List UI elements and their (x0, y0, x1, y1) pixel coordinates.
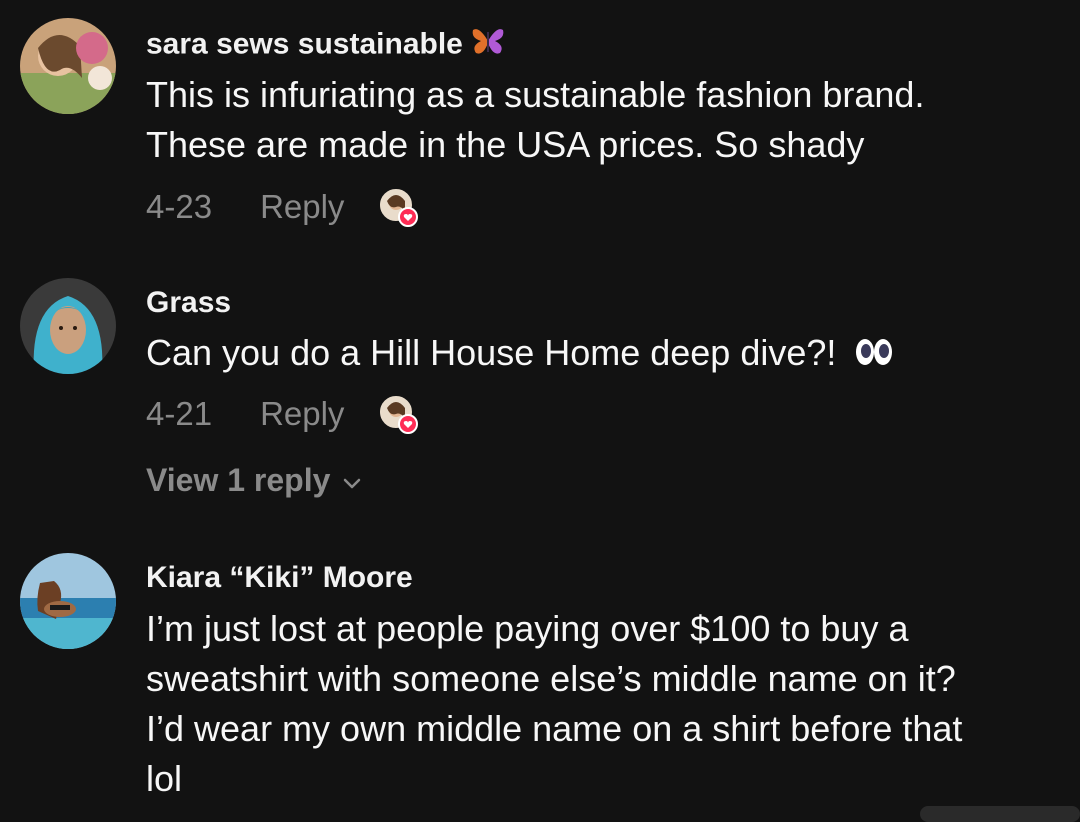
avatar[interactable] (20, 18, 116, 114)
bottom-sheet-handle (920, 806, 1080, 822)
avatar[interactable] (20, 278, 116, 374)
view-replies-label: View 1 reply (146, 462, 331, 498)
creator-liked-avatar (378, 187, 419, 227)
avatar[interactable] (20, 553, 116, 649)
view-replies-button[interactable]: View 1 reply (146, 462, 362, 499)
comment-date: 4-23 (146, 188, 213, 225)
creator-liked-avatar (378, 394, 419, 434)
comment-text-line: This is infuriating as a sustainable fas… (146, 74, 925, 115)
comment-text-line: These are made in the USA prices. So sha… (146, 124, 865, 165)
comment-text-line: I’m just lost at people paying over $100… (146, 608, 909, 649)
comment-text-line: sweatshirt with someone else’s middle na… (146, 658, 956, 699)
reply-button[interactable]: Reply (260, 395, 344, 433)
avatar-image (20, 18, 116, 114)
comment-text: This is infuriating as a sustainable fas… (146, 70, 1066, 170)
comment-text: Can you do a Hill House Home deep dive?! (146, 328, 1066, 380)
eyes-icon (854, 330, 894, 380)
comment-meta: 4-21 Reply (146, 392, 419, 436)
comment-text: I’m just lost at people paying over $100… (146, 604, 1066, 804)
comment-username[interactable]: sara sews sustainable (146, 26, 505, 65)
comment-meta: 4-23 Reply (146, 185, 419, 229)
comment-username[interactable]: Kiara “Kiki” Moore (146, 560, 413, 596)
butterfly-icon (471, 26, 505, 65)
comment-text-line: I’d wear my own middle name on a shirt b… (146, 708, 963, 749)
comment-text-line: lol (146, 758, 183, 799)
comment-date: 4-21 (146, 395, 213, 432)
avatar-image (20, 553, 116, 649)
avatar-image (20, 278, 116, 374)
chevron-down-icon (342, 462, 362, 499)
reply-button[interactable]: Reply (260, 188, 344, 226)
comment-username[interactable]: Grass (146, 285, 231, 321)
